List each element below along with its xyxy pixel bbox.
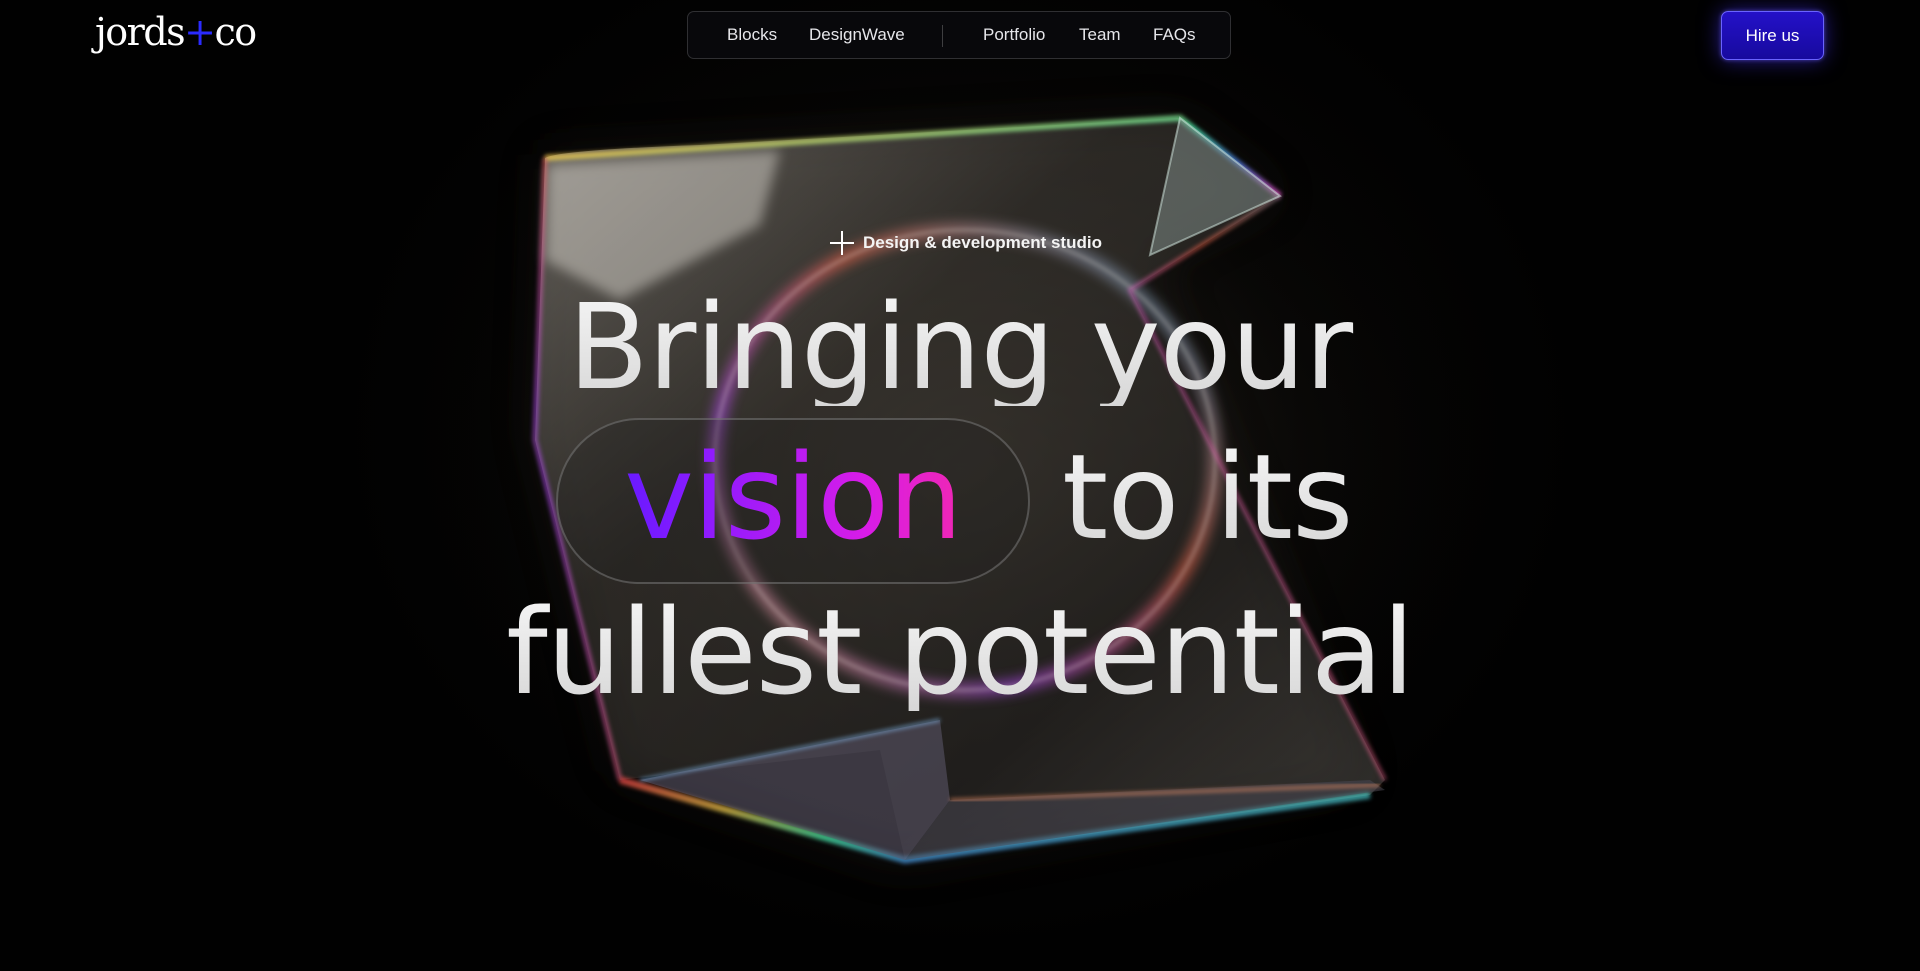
eyebrow-text: Design & development studio xyxy=(863,233,1102,252)
highlight-word: vision xyxy=(556,438,1030,556)
main-nav: Blocks DesignWave Portfolio Team FAQs xyxy=(687,11,1231,59)
logo-plus: + xyxy=(184,10,216,54)
nav-divider xyxy=(942,25,943,47)
nav-item-portfolio[interactable]: Portfolio xyxy=(983,12,1045,58)
logo-text-right: co xyxy=(214,10,258,54)
logo[interactable]: jords+co xyxy=(95,8,258,56)
nav-item-faqs[interactable]: FAQs xyxy=(1153,12,1196,58)
nav-item-blocks[interactable]: Blocks xyxy=(727,12,777,58)
headline-line-3: fullest potential xyxy=(0,593,1920,711)
headline-line-2-rest: to its xyxy=(1062,428,1353,566)
hire-us-button[interactable]: Hire us xyxy=(1721,11,1824,60)
hero-eyebrow: Design & development studio xyxy=(829,229,1102,257)
logo-text-left: jords xyxy=(95,10,186,54)
nav-item-designwave[interactable]: DesignWave xyxy=(809,12,905,58)
plus-cross-icon xyxy=(830,231,854,255)
headline-line-1: Bringing your xyxy=(0,288,1920,406)
nav-item-team[interactable]: Team xyxy=(1079,12,1121,58)
page-background: jords+co Blocks DesignWave Portfolio Tea… xyxy=(0,0,1920,971)
headline-line-2: vision to its xyxy=(556,418,1376,586)
